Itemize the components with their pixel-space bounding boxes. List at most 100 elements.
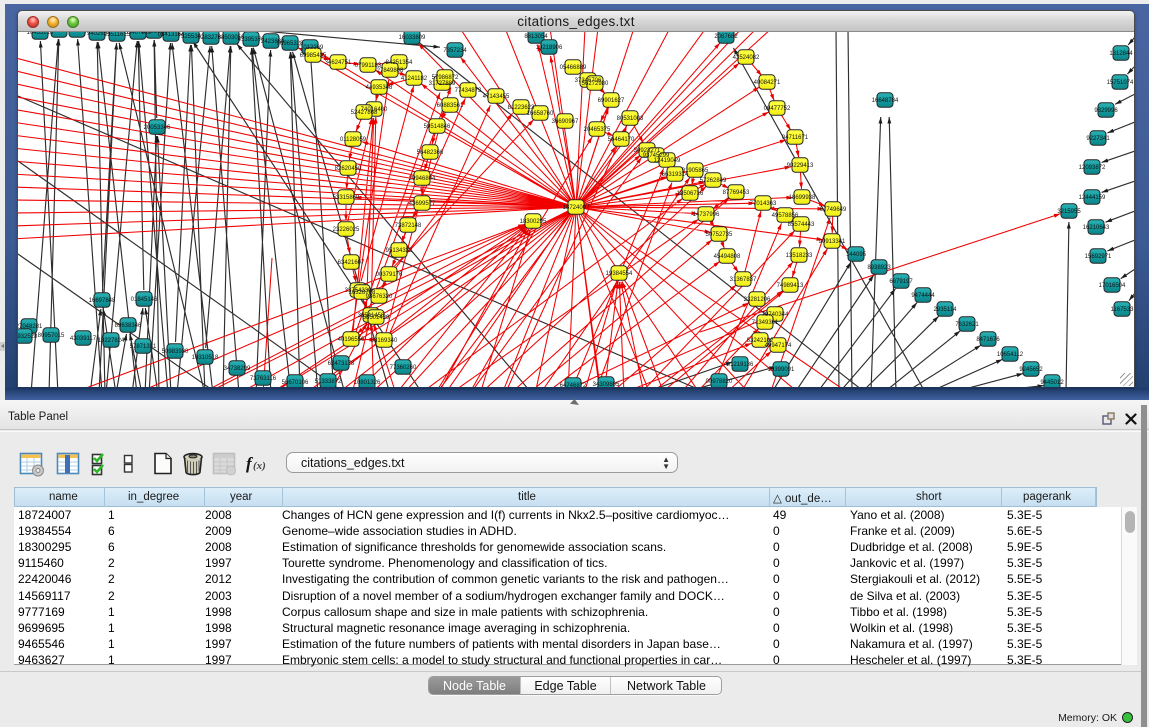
svg-text:56464170: 56464170 [608,137,635,143]
svg-text:9329996: 9329996 [1094,108,1118,114]
svg-text:8471676: 8471676 [976,337,1000,343]
svg-text:9227341: 9227341 [1086,136,1110,142]
svg-text:98169340: 98169340 [371,338,398,344]
svg-text:43524082: 43524082 [733,55,760,61]
svg-text:15751074: 15751074 [1107,80,1134,86]
svg-text:90229413: 90229413 [787,163,814,169]
svg-text:15692971: 15692971 [1085,254,1112,260]
svg-text:57986872: 57986872 [432,75,459,81]
svg-text:53315869: 53315869 [333,195,360,201]
svg-text:82620450: 82620450 [335,166,362,172]
svg-text:40084271: 40084271 [754,80,781,86]
svg-text:18724007: 18724007 [563,205,590,211]
svg-text:19399091: 19399091 [768,367,795,373]
svg-text:73763116: 73763116 [250,376,277,382]
svg-text:18227824: 18227824 [98,338,125,344]
svg-text:20465375: 20465375 [584,127,611,133]
svg-text:01845146: 01845146 [131,297,158,303]
svg-text:1167533: 1167533 [1111,307,1134,313]
svg-text:41241182: 41241182 [401,76,428,82]
svg-text:34624751: 34624751 [325,60,352,66]
svg-text:00978820: 00978820 [706,379,733,385]
svg-text:89638346: 89638346 [115,323,142,329]
svg-text:43699577: 43699577 [409,201,436,207]
svg-text:64746872: 64746872 [560,383,587,387]
svg-text:3215955: 3215955 [1057,209,1081,215]
svg-text:16658760: 16658760 [527,111,554,117]
svg-text:18506716: 18506716 [677,191,704,197]
svg-text:77434873: 77434873 [455,88,482,94]
svg-text:16328708: 16328708 [349,290,376,296]
svg-text:01128059: 01128059 [340,137,367,143]
svg-text:9474444: 9474444 [911,293,935,299]
svg-text:29946804: 29946804 [409,176,436,182]
svg-text:68501429: 68501429 [363,315,390,321]
svg-text:10310518: 10310518 [192,355,219,361]
svg-text:60883561: 60883561 [437,103,464,109]
svg-text:144095: 144095 [846,252,867,258]
svg-text:81219136: 81219136 [727,362,754,368]
svg-text:31727889: 31727889 [429,81,456,87]
svg-text:95134332: 95134332 [386,248,413,254]
svg-text:84251354: 84251354 [386,60,413,66]
svg-text:36690967: 36690967 [552,119,579,125]
svg-text:16210643: 16210643 [1083,225,1110,231]
svg-text:74989413: 74989413 [777,283,804,289]
svg-text:50752735: 50752735 [706,232,733,238]
svg-text:8813054: 8813054 [524,34,548,40]
svg-text:77360260: 77360260 [390,365,417,371]
svg-text:27849808: 27849808 [377,68,404,74]
svg-text:00379176: 00379176 [376,272,403,278]
svg-text:6879197: 6879197 [889,279,913,285]
svg-text:90913341: 90913341 [819,239,846,245]
svg-text:2935114: 2935114 [934,307,958,313]
svg-text:16648784: 16648784 [872,98,899,104]
svg-text:34738299: 34738299 [224,366,251,372]
svg-text:9245652: 9245652 [1019,367,1043,373]
svg-text:23226025: 23226025 [333,227,360,233]
svg-text:20053346: 20053346 [144,125,171,131]
svg-text:43039117: 43039117 [70,336,97,342]
svg-text:18699938: 18699938 [789,195,816,201]
svg-text:87769453: 87769453 [723,190,750,196]
svg-text:8938923: 8938923 [867,265,891,271]
svg-text:71349361: 71349361 [752,320,779,326]
svg-text:10801326: 10801326 [354,380,381,386]
svg-text:73872148: 73872148 [395,223,422,229]
svg-text:59514846: 59514846 [424,124,451,130]
svg-text:16697848: 16697848 [89,298,116,304]
svg-text:7632621: 7632621 [955,322,979,328]
svg-text:56482366: 56482366 [417,150,444,156]
svg-text:91905865: 91905865 [682,168,709,174]
svg-text:19218906: 19218906 [536,45,563,51]
svg-text:(x): (x) [253,460,266,472]
svg-text:17016504: 17016504 [1099,283,1126,289]
svg-text:69985435: 69985435 [300,53,327,59]
svg-text:04711671: 04711671 [782,135,809,141]
svg-text:56272980: 56272980 [582,81,609,87]
svg-text:80957015: 80957015 [38,333,65,339]
svg-text:44935348: 44935348 [366,85,393,91]
svg-text:57262849: 57262849 [700,178,727,184]
svg-text:69901627: 69901627 [598,98,625,104]
svg-text:05466889: 05466889 [560,65,587,71]
svg-text:79740344: 79740344 [762,312,789,318]
svg-text:49578856: 49578856 [772,213,799,219]
svg-text:18300295: 18300295 [520,219,547,225]
svg-text:62473178: 62473178 [328,361,355,367]
svg-text:47143455: 47143455 [483,94,510,100]
svg-text:85574443: 85574443 [788,222,815,228]
svg-text:57871331: 57871331 [130,344,157,350]
svg-text:9445012: 9445012 [1040,380,1064,386]
svg-text:71012269: 71012269 [297,45,324,51]
svg-text:12093872: 12093872 [1079,165,1106,171]
svg-text:23281206: 23281206 [744,297,771,303]
svg-text:19384554: 19384554 [606,271,633,277]
svg-text:40196556: 40196556 [338,337,365,343]
svg-text:51333872: 51333872 [315,379,342,385]
svg-text:27048281: 27048281 [18,324,43,330]
svg-text:34309805: 34309805 [593,382,620,387]
svg-text:50983930: 50983930 [162,349,189,355]
svg-text:80531003: 80531003 [617,116,644,122]
svg-text:7357234: 7357234 [443,48,467,54]
